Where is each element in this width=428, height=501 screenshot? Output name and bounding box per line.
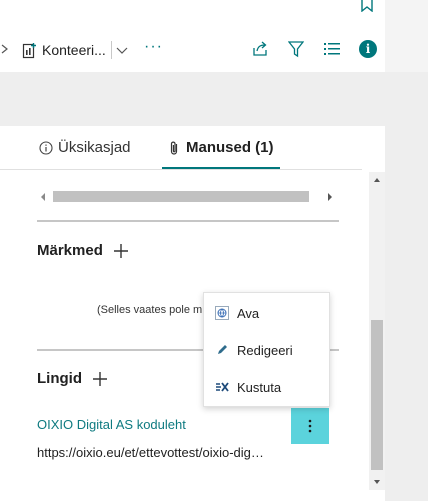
link-context-menu: Ava Redigeeri Kustuta bbox=[203, 292, 330, 407]
menu-item-open-label: Ava bbox=[237, 305, 260, 321]
menu-item-delete-label: Kustuta bbox=[237, 379, 282, 395]
tabs-divider bbox=[0, 169, 362, 170]
notes-empty-text: (Selles vaates pole m bbox=[97, 304, 203, 316]
menu-item-open[interactable]: Ava bbox=[204, 298, 331, 328]
links-header: Lingid bbox=[37, 370, 108, 387]
filter-icon[interactable] bbox=[288, 40, 304, 58]
vertical-scroll-thumb[interactable] bbox=[371, 320, 383, 470]
menu-item-edit-label: Redigeeri bbox=[237, 342, 293, 358]
vertical-ellipsis-icon bbox=[308, 419, 312, 433]
menu-item-delete[interactable]: Kustuta bbox=[204, 372, 331, 402]
add-note-icon[interactable] bbox=[113, 243, 129, 259]
toolbar-separator bbox=[111, 41, 112, 59]
notes-header: Märkmed bbox=[37, 242, 129, 259]
more-options-button[interactable]: ··· bbox=[144, 38, 164, 58]
konteeri-button[interactable]: Konteeri... bbox=[22, 39, 106, 61]
konteeri-label: Konteeri... bbox=[42, 42, 106, 58]
tab-attachments-label: Manused (1) bbox=[186, 139, 274, 156]
section-divider bbox=[37, 220, 339, 222]
globe-icon bbox=[215, 306, 229, 320]
tab-attachments[interactable]: Manused (1) bbox=[168, 139, 274, 156]
link-item-title[interactable]: OIXIO Digital AS koduleht bbox=[37, 417, 186, 432]
list-view-icon[interactable] bbox=[324, 42, 340, 56]
info-icon[interactable]: i bbox=[359, 40, 377, 58]
delete-link-icon bbox=[216, 382, 229, 392]
link-actions-button[interactable] bbox=[291, 408, 329, 444]
pencil-icon bbox=[218, 345, 227, 354]
horizontal-scrollbar[interactable] bbox=[37, 188, 337, 206]
horizontal-scroll-thumb[interactable] bbox=[53, 191, 309, 202]
bookmark-icon[interactable] bbox=[360, 0, 374, 12]
scroll-right-icon[interactable] bbox=[326, 192, 334, 202]
chevron-right-icon[interactable] bbox=[0, 42, 10, 56]
link-item-url: https://oixio.eu/et/ettevottest/oixio-di… bbox=[37, 445, 264, 460]
action-bar bbox=[0, 0, 385, 72]
tab-details[interactable]: Üksikasjad bbox=[39, 139, 131, 156]
scroll-down-icon[interactable] bbox=[373, 478, 381, 486]
scroll-left-icon[interactable] bbox=[39, 192, 47, 202]
add-link-icon[interactable] bbox=[92, 371, 108, 387]
notes-title: Märkmed bbox=[37, 242, 103, 259]
vertical-scrollbar[interactable] bbox=[369, 172, 385, 490]
action-bar-side bbox=[385, 0, 428, 72]
share-icon[interactable] bbox=[251, 40, 269, 58]
info-circle-icon bbox=[39, 140, 53, 155]
chevron-down-icon[interactable] bbox=[115, 41, 129, 59]
paperclip-icon bbox=[170, 141, 178, 155]
scroll-up-icon[interactable] bbox=[373, 176, 381, 184]
menu-item-edit[interactable]: Redigeeri bbox=[204, 335, 331, 365]
links-title: Lingid bbox=[37, 370, 82, 387]
tab-details-label: Üksikasjad bbox=[58, 139, 131, 156]
post-document-icon bbox=[22, 42, 36, 58]
